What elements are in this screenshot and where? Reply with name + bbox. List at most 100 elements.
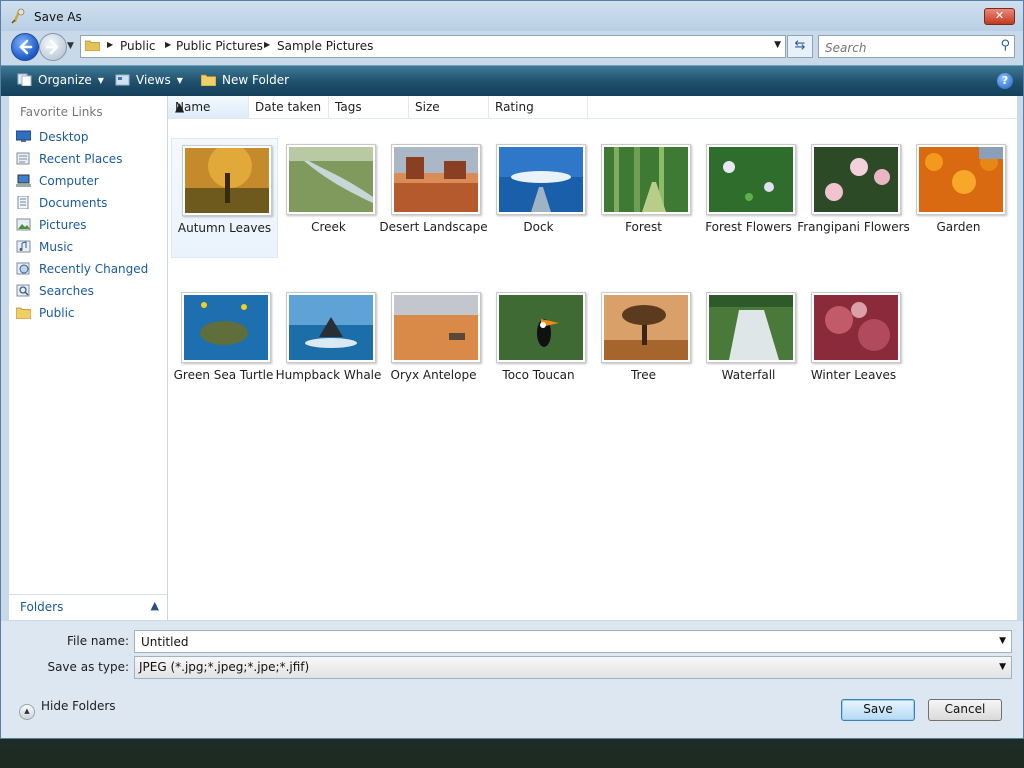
column-tags[interactable]: Tags (328, 96, 409, 118)
file-thumbnail[interactable]: Dock (486, 138, 591, 256)
creek-image (289, 147, 373, 212)
thumbnail-frame (811, 292, 901, 363)
breadcrumb-arrow-icon[interactable]: ▶ (165, 40, 171, 49)
filename-combobox[interactable]: ▼ (134, 630, 1012, 653)
file-thumbnail[interactable]: Waterfall (696, 286, 801, 404)
search-input[interactable] (823, 38, 987, 57)
column-size[interactable]: Size (408, 96, 489, 118)
filename-input[interactable] (139, 632, 983, 651)
file-thumbnail[interactable]: Frangipani Flowers (797, 138, 910, 256)
address-bar[interactable]: ▶ Public ▶ Public Pictures ▶ Sample Pict… (80, 35, 786, 58)
save-as-type-label: Save as type: (47, 660, 129, 674)
sidebar-item-recently-changed[interactable]: Recently Changed (9, 259, 167, 281)
breadcrumb-public-pictures[interactable]: Public Pictures (176, 39, 263, 53)
column-label: Name (175, 100, 211, 114)
file-thumbnail[interactable]: Autumn Leaves (171, 138, 278, 258)
sidebar-item-recent-places[interactable]: Recent Places (9, 149, 167, 171)
sidebar-item-music[interactable]: Music (9, 237, 167, 259)
sidebar-item-label: Desktop (39, 130, 89, 144)
breadcrumb-arrow-icon[interactable]: ▶ (264, 40, 270, 49)
garden-image (919, 147, 1003, 212)
humpback-whale-image (289, 295, 373, 360)
chevron-down-icon: ▼ (97, 76, 104, 85)
new-folder-button[interactable]: New Folder (201, 73, 289, 87)
file-thumbnail[interactable]: Toco Toucan (486, 286, 591, 404)
recent-pages-dropdown-icon[interactable]: ▼ (67, 41, 74, 51)
sidebar-item-label: Documents (39, 196, 108, 210)
waterfall-image (709, 295, 793, 360)
thumbnail-frame (496, 144, 586, 215)
help-button[interactable]: ? (997, 73, 1013, 89)
breadcrumb-public[interactable]: Public (120, 39, 156, 53)
back-arrow-icon (19, 39, 33, 55)
column-name[interactable]: ▲ Name (168, 96, 249, 118)
forest-image (604, 147, 688, 212)
command-toolbar: Organize ▼ Views ▼ New Folder ? (1, 65, 1023, 96)
views-label: Views (136, 73, 171, 87)
sidebar-item-public[interactable]: Public (9, 303, 167, 325)
thumbnail-frame (706, 144, 796, 215)
thumbnail-frame (706, 292, 796, 363)
chevron-down-icon[interactable]: ▼ (999, 636, 1006, 646)
sidebar-item-computer[interactable]: Computer (9, 171, 167, 193)
save-button[interactable]: Save (841, 699, 915, 721)
views-button[interactable]: Views ▼ (115, 73, 183, 87)
title-bar[interactable]: Save As ✕ (1, 1, 1023, 31)
save-as-type-select[interactable]: JPEG (*.jpg;*.jpeg;*.jpe;*.jfif) ▼ (134, 656, 1012, 679)
file-thumbnail[interactable]: Creek (276, 138, 381, 256)
sidebar-item-label: Computer (39, 174, 99, 188)
documents-icon (17, 196, 29, 209)
column-label: Rating (495, 100, 534, 114)
breadcrumb-arrow-icon[interactable]: ▶ (107, 40, 113, 49)
sidebar-item-label: Searches (39, 284, 94, 298)
chevron-up-icon[interactable]: ▲ (151, 599, 159, 612)
back-button[interactable] (11, 33, 39, 61)
search-icon[interactable]: ⚲ (1000, 38, 1010, 53)
thumbnail-frame (391, 292, 481, 363)
file-thumbnail[interactable]: Winter Leaves (801, 286, 906, 404)
sidebar-item-documents[interactable]: Documents (9, 193, 167, 215)
close-button[interactable]: ✕ (984, 8, 1015, 25)
autumn-leaves-image (185, 148, 269, 213)
file-thumbnail[interactable]: Forest Flowers (696, 138, 801, 256)
new-folder-label: New Folder (222, 73, 290, 87)
folder-icon (16, 307, 31, 319)
forward-button[interactable] (39, 33, 67, 61)
sidebar-item-searches[interactable]: Searches (9, 281, 167, 303)
file-thumbnail[interactable]: Green Sea Turtle (171, 286, 276, 404)
sidebar-item-desktop[interactable]: Desktop (9, 127, 167, 149)
column-label: Size (415, 100, 440, 114)
file-thumbnail[interactable]: Forest (591, 138, 696, 256)
breadcrumb-sample-pictures[interactable]: Sample Pictures (277, 39, 373, 53)
chevron-down-icon[interactable]: ▼ (999, 662, 1006, 672)
thumbnail-frame (181, 292, 271, 363)
desktop-icon (16, 130, 31, 142)
filename-label: File name: (67, 634, 129, 648)
file-thumbnail[interactable]: Desert Landscape (379, 138, 488, 256)
organize-button[interactable]: Organize ▼ (17, 73, 104, 87)
organize-icon (17, 73, 32, 86)
file-thumbnail[interactable]: Humpback Whale (276, 286, 381, 404)
file-thumbnail[interactable]: Oryx Antelope (381, 286, 486, 404)
thumbnail-frame (182, 145, 272, 216)
folders-toggle[interactable]: Folders ▲ (9, 594, 167, 620)
refresh-button[interactable]: ⇆ (787, 35, 813, 58)
search-box[interactable]: ⚲ (818, 35, 1015, 58)
file-thumbnail[interactable]: Tree (591, 286, 696, 404)
address-dropdown-icon[interactable]: ▼ (774, 40, 781, 50)
column-rating[interactable]: Rating (488, 96, 588, 118)
file-thumbnail[interactable]: Garden (906, 138, 1011, 256)
views-icon (115, 74, 130, 86)
save-as-dialog: Save As ✕ ▼ ▶ Public ▶ Public Pictures ▶… (0, 0, 1024, 739)
sidebar-item-label: Recently Changed (39, 262, 149, 276)
column-date-taken[interactable]: Date taken (248, 96, 329, 118)
sidebar-item-pictures[interactable]: Pictures (9, 215, 167, 237)
folder-icon (85, 40, 100, 51)
forest-flowers-image (709, 147, 793, 212)
cancel-button[interactable]: Cancel (928, 699, 1002, 721)
file-name: Winter Leaves (810, 368, 897, 382)
hide-folders-button[interactable]: ▲ Hide Folders (19, 699, 116, 720)
thumbnail-frame (391, 144, 481, 215)
favorite-links-list: Desktop Recent Places Computer Documents… (9, 127, 167, 325)
paint-app-icon (11, 8, 25, 24)
